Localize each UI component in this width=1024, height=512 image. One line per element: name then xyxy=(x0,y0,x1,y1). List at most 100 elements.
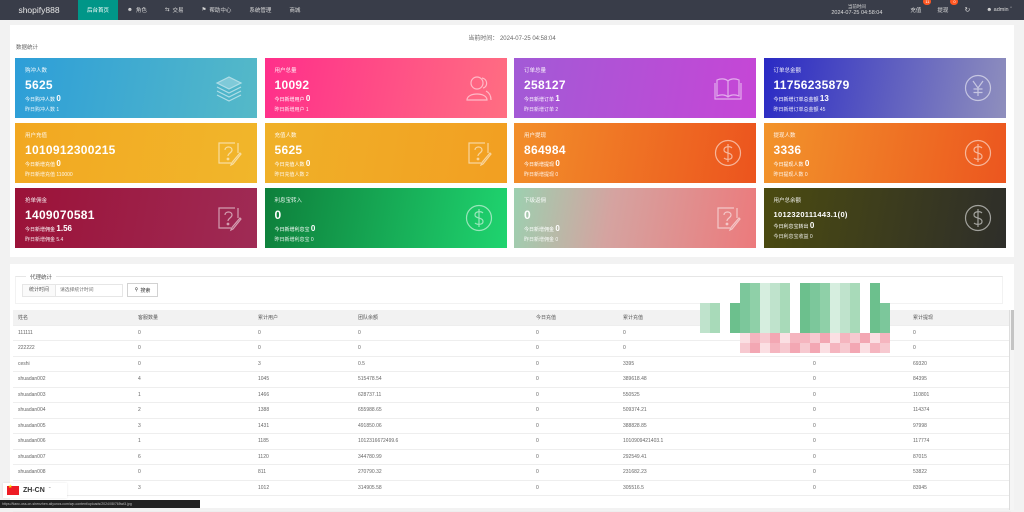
mosaic-tile xyxy=(870,323,880,333)
mosaic-tile xyxy=(750,323,760,333)
mosaic-tile xyxy=(720,293,730,303)
mosaic-tile xyxy=(750,283,760,293)
mosaic-tile xyxy=(840,333,850,343)
mosaic-tile xyxy=(790,293,800,303)
table-cell: 0 xyxy=(358,345,361,352)
filter-time-input[interactable] xyxy=(56,284,123,297)
card-today: 今日充值人数 0 xyxy=(275,159,497,168)
header-clock: 当前时间 2024-07-25 04:58:04 xyxy=(831,3,882,17)
user-menu[interactable]: ☻ admin ˆ xyxy=(986,7,1012,13)
refresh-icon[interactable]: ↻ xyxy=(964,6,970,14)
language-switcher[interactable]: ZH-CN ˆ xyxy=(3,483,67,498)
mosaic-tile xyxy=(810,343,820,353)
table-cell: shuadan002 xyxy=(18,376,46,383)
table-cell: 292549.41 xyxy=(623,453,647,460)
mosaic-tile xyxy=(880,323,890,333)
nav-roles[interactable]: ☻ 角色 xyxy=(118,0,156,20)
mosaic-tile xyxy=(710,333,720,343)
mosaic-tile xyxy=(830,343,840,353)
card-yesterday: 昨日提现人数 0 xyxy=(773,172,808,178)
mosaic-tile xyxy=(720,313,730,323)
app-logo[interactable]: shopify888 xyxy=(0,5,78,15)
search-icon: ⚲ xyxy=(134,287,139,293)
table-cell: 491850.06 xyxy=(358,422,382,429)
mosaic-tile xyxy=(700,313,710,323)
pixelated-watermark xyxy=(700,283,890,353)
table-row: shuadan007 6 1120 344780.99 0 292549.41 0 87015 xyxy=(13,450,1011,465)
mosaic-tile xyxy=(800,333,810,343)
nav-trade[interactable]: ⇆ 交易 xyxy=(156,0,193,20)
mosaic-tile xyxy=(820,323,830,333)
card-today-value: 1.56 xyxy=(56,224,72,233)
stat-card: 用户提现 864984 今日新增提现 0 昨日新增提现 0 xyxy=(514,123,756,183)
edit-question-icon xyxy=(215,139,243,167)
table-cell: 0 xyxy=(536,376,539,383)
recharge-notice[interactable]: 充值 11 xyxy=(910,0,932,14)
nav-mall[interactable]: 商城 xyxy=(280,0,309,20)
mosaic-tile xyxy=(780,313,790,323)
mosaic-tile xyxy=(770,303,780,313)
nav-help[interactable]: ⚑ 帮助中心 xyxy=(192,0,240,20)
recharge-label: 充值 xyxy=(910,8,922,14)
table-cell: 84395 xyxy=(913,376,927,383)
mosaic-tile xyxy=(870,333,880,343)
card-yesterday: 昨日购冲人数 1 xyxy=(25,107,60,113)
card-yesterday: 昨日新增佣金 5.4 xyxy=(25,237,64,243)
table-cell: 0 xyxy=(813,376,816,383)
card-yesterday: 昨日新增订单 2 xyxy=(524,107,559,113)
clock-label: 当前时间 xyxy=(847,4,866,9)
nav-system[interactable]: 系统管理 xyxy=(240,0,280,20)
table-cell: 97998 xyxy=(913,422,927,429)
main-nav: 后台首页 ☻ 角色 ⇆ 交易 ⚑ 帮助中心 系统管理 商城 xyxy=(78,0,309,20)
flag-icon: ⚑ xyxy=(201,7,207,13)
table-cell: 0 xyxy=(813,391,816,398)
mosaic-tile xyxy=(840,313,850,323)
card-today-value: 0 xyxy=(555,159,560,168)
card-today: 今日提现人数 0 xyxy=(774,159,996,168)
scroll-thumb[interactable] xyxy=(1011,310,1014,350)
card-today-label: 今日新增佣金 xyxy=(524,227,555,233)
mosaic-tile xyxy=(700,303,710,313)
table-cell: 1120 xyxy=(258,453,269,460)
mosaic-tile xyxy=(700,283,710,293)
mosaic-tile xyxy=(810,303,820,313)
card-today-value: 0 xyxy=(310,224,316,233)
table-scrollbar[interactable] xyxy=(1009,310,1014,510)
chevron-up-icon: ˆ xyxy=(48,487,51,494)
table-cell: 1431 xyxy=(258,422,270,429)
withdraw-badge: 0 xyxy=(950,0,959,5)
mosaic-tile xyxy=(770,313,780,323)
card-today-value: 0 xyxy=(305,94,311,103)
mosaic-tile xyxy=(880,293,890,303)
table-row: shuadan003 1 1466 628737.11 0 550525 0 110801 xyxy=(13,388,1011,403)
table-cell: 0 xyxy=(358,329,361,336)
mosaic-tile xyxy=(800,323,810,333)
mosaic-tile xyxy=(730,343,740,353)
current-time: 当前时间： 2024-07-25 04:58:04 xyxy=(468,36,556,42)
card-today-label: 今日提现人数 xyxy=(773,162,804,168)
table-cell: 117774 xyxy=(913,438,930,445)
table-cell: 270790.32 xyxy=(358,469,382,476)
nav-home[interactable]: 后台首页 xyxy=(78,0,119,20)
mosaic-tile xyxy=(880,333,890,343)
withdraw-notice[interactable]: 提现 0 xyxy=(937,0,959,14)
card-today-value: 0 xyxy=(56,94,61,103)
table-cell: 87015 xyxy=(913,453,927,460)
mosaic-tile xyxy=(760,343,770,353)
stat-card: 抢单佣金 1409070581 今日新增佣金 1.56 昨日新增佣金 5.4 xyxy=(15,188,257,248)
card-today-value: 0 xyxy=(555,224,560,233)
card-today-label: 今日新增利息宝 xyxy=(274,227,310,233)
mosaic-tile xyxy=(730,283,740,293)
mosaic-tile xyxy=(830,303,840,313)
stat-card: 下级返佣 0 今日新增佣金 0 昨日新增佣金 0 xyxy=(514,188,756,248)
card-title: 提现人数 xyxy=(773,133,796,139)
card-value: 5625 xyxy=(274,143,303,157)
search-button[interactable]: ⚲ 搜索 xyxy=(127,283,158,297)
card-title: 用户充值 xyxy=(25,133,48,139)
card-title: 利息宝转入 xyxy=(274,198,303,204)
table-cell: 1 xyxy=(138,438,141,445)
table-cell: 388828.85 xyxy=(623,422,647,429)
mosaic-tile xyxy=(870,303,880,313)
card-today-label: 今日新增佣金 xyxy=(25,227,56,233)
mosaic-tile xyxy=(810,323,820,333)
